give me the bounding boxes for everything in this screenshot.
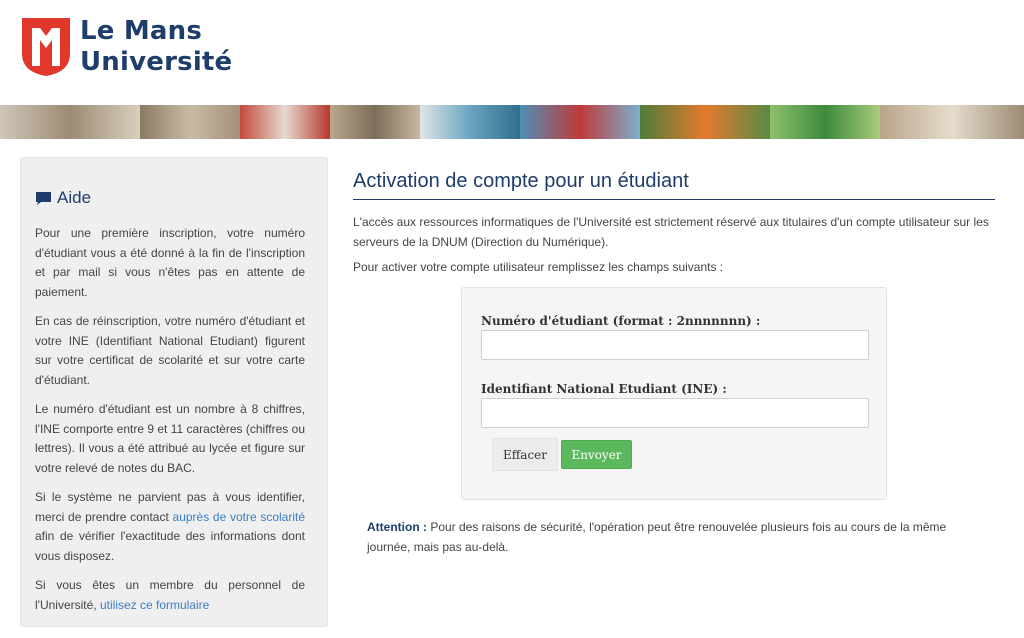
ine-input[interactable]	[481, 398, 869, 428]
logo-line-2: Université	[80, 47, 233, 77]
submit-button[interactable]: Envoyer	[561, 440, 632, 469]
attention-label: Attention :	[367, 520, 427, 534]
help-heading: Aide	[35, 188, 91, 208]
help-paragraph-5: Si vous êtes un membre du personnel de l…	[35, 576, 305, 615]
attention-text: Pour des raisons de sécurité, l'opératio…	[367, 520, 947, 554]
help-paragraph-4: Si le système ne parvient pas à vous ide…	[35, 488, 305, 566]
logo-wordmark: Le Mans Université	[80, 16, 232, 78]
help-text: Pour une première inscription, votre num…	[35, 224, 305, 625]
university-logo[interactable]: Le Mans Université	[22, 16, 282, 82]
header-banner-image	[0, 105, 1024, 139]
help-sidebar: Aide Pour une première inscription, votr…	[20, 157, 328, 627]
main-content: Activation de compte pour un étudiant L'…	[353, 170, 995, 274]
ine-label: Identifiant National Etudiant (INE) :	[481, 382, 727, 396]
help-paragraph-2: En cas de réinscription, votre numéro d'…	[35, 314, 305, 387]
attention-note: Attention : Pour des raisons de sécurité…	[367, 517, 977, 557]
contact-scolarite-link[interactable]: auprès de votre scolarité	[173, 510, 305, 524]
help-paragraph-4-text-end: afin de vérifier l'exactitude des inform…	[35, 529, 305, 563]
staff-form-link[interactable]: utilisez ce formulaire	[100, 598, 209, 612]
student-number-input[interactable]	[481, 330, 869, 360]
clear-button[interactable]: Effacer	[492, 438, 558, 471]
help-paragraph-3: Le numéro d'étudiant est un nombre à 8 c…	[35, 402, 305, 475]
logo-line-1: Le Mans	[80, 16, 203, 46]
activation-form: Numéro d'étudiant (format : 2nnnnnnn) : …	[461, 287, 887, 500]
speech-bubble-icon	[36, 191, 51, 205]
student-number-label: Numéro d'étudiant (format : 2nnnnnnn) :	[481, 314, 761, 328]
university-shield-icon	[22, 18, 70, 76]
page-title: Activation de compte pour un étudiant	[353, 170, 995, 200]
intro-text: L'accès aux ressources informatiques de …	[353, 215, 989, 249]
help-title: Aide	[57, 188, 92, 207]
help-paragraph-1: Pour une première inscription, votre num…	[35, 226, 305, 299]
instruction-text: Pour activer votre compte utilisateur re…	[353, 260, 724, 274]
